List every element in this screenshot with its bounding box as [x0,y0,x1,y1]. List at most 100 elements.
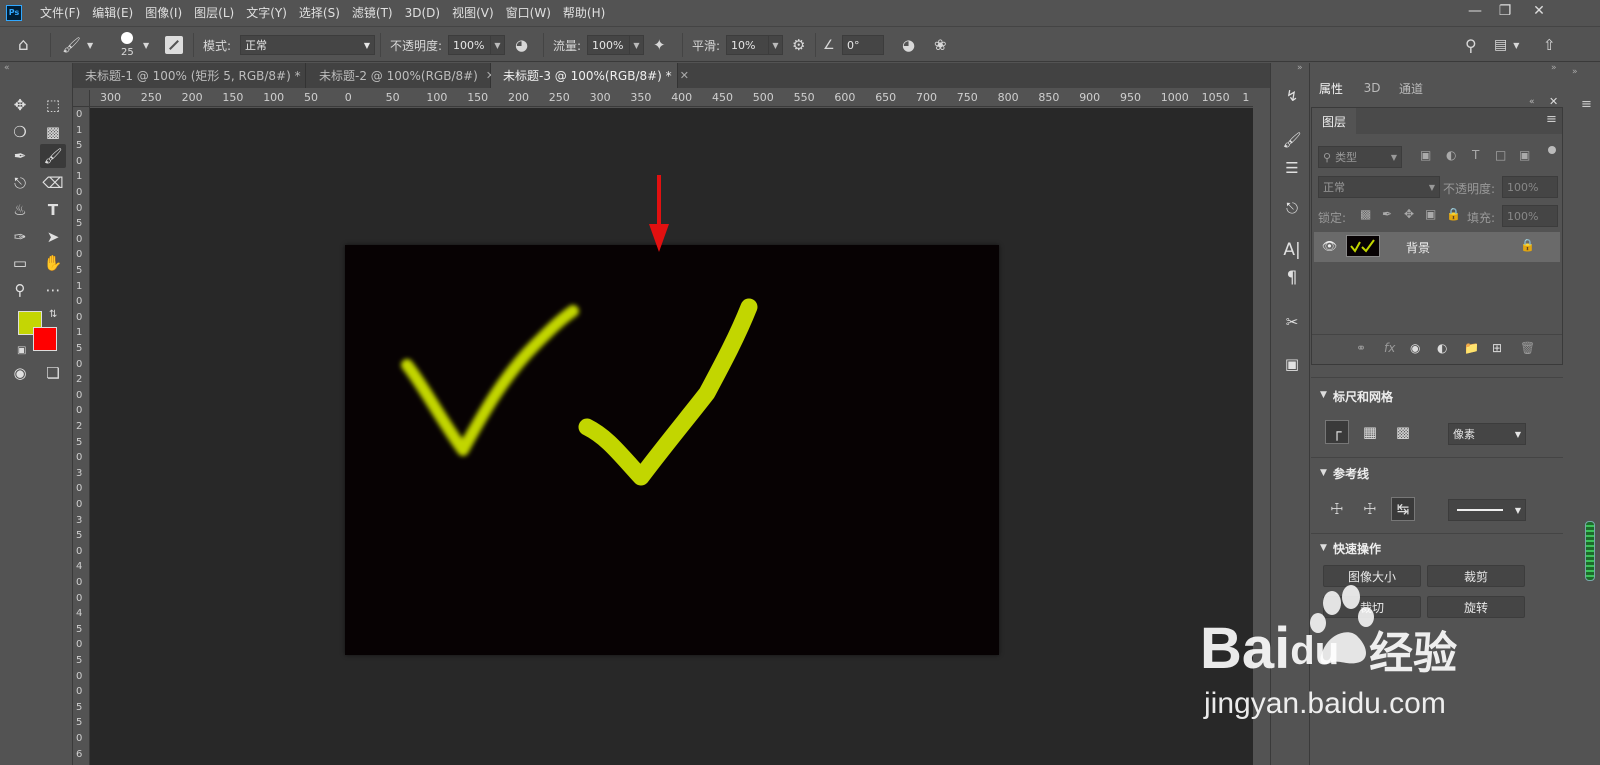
flow-field[interactable]: 100% ▼ [587,35,644,55]
move-tool-icon[interactable]: ✥ [7,93,33,117]
menu-type[interactable]: 文字(Y) [240,4,293,21]
stamp-tool-icon[interactable]: ⎋ [7,171,33,195]
character-panel-icon[interactable]: A| [1281,239,1303,261]
scrollbar-thumb[interactable] [1585,521,1595,581]
layer-filter-select[interactable]: ⚲ 类型 ▼ [1318,146,1402,168]
layers-menu-icon[interactable]: ≡ [1546,112,1557,127]
horizontal-ruler[interactable]: 300 250 200 150 100 50 0 50 100 150 200 250 300 350 40… [90,90,1253,107]
crop-button[interactable]: 裁剪 [1427,565,1525,587]
menu-select[interactable]: 选择(S) [293,4,346,21]
eraser-tool-icon[interactable]: ⌫ [40,171,66,195]
menu-help[interactable]: 帮助(H) [557,4,611,21]
add-mask-icon[interactable]: ◉ [1410,341,1420,355]
new-layer-icon[interactable]: ⊞ [1492,341,1502,355]
filter-smart-object-icon[interactable]: ▣ [1519,148,1530,162]
document-canvas[interactable] [345,245,999,655]
collapse-quick-actions-icon[interactable]: ▼ [1320,543,1327,553]
restore-icon[interactable]: ❐ [1490,0,1520,22]
guides-toggle-icon[interactable]: ☩ [1325,497,1349,521]
screen-mode-icon[interactable]: ❏ [40,361,66,385]
default-colors-icon[interactable]: ▣ [17,345,26,356]
marquee-tool-icon[interactable]: ⬚ [40,93,66,117]
zoom-tool-icon[interactable]: ⚲ [7,278,33,302]
ruler-origin[interactable] [73,90,90,107]
grid-toggle-icon[interactable]: ▦ [1358,420,1382,444]
collapse-rulers-section-icon[interactable]: ▼ [1320,390,1327,400]
home-icon[interactable]: ⌂ [18,27,29,63]
menu-window[interactable]: 窗口(W) [500,4,557,21]
ruler-units-select[interactable]: 像素 ▼ [1448,423,1526,445]
smoothing-field[interactable]: 10% ▼ [726,35,783,55]
angle-field[interactable]: 0° [842,35,884,55]
filter-adjustment-icon[interactable]: ◐ [1446,148,1456,162]
vertical-ruler[interactable]: 0150100500510015020025030035040045050055… [73,107,90,765]
image-size-button[interactable]: 图像大小 [1323,565,1421,587]
clone-source-icon[interactable]: ⎋ [1281,197,1303,219]
lock-artboard-icon[interactable]: ▣ [1425,207,1436,221]
tab-untitled-3[interactable]: 未标题-3 @ 100%(RGB/8#) * ✕ [491,63,689,88]
more-tools-icon[interactable]: ⋯ [40,278,66,302]
smoothing-settings-gear-icon[interactable]: ⚙ [792,27,805,63]
brush-settings-panel-icon[interactable]: 🖌 [1281,129,1303,151]
rotate-button[interactable]: 旋转 [1427,596,1525,618]
hand-tool-icon[interactable]: ✋ [40,251,66,275]
collapse-panels-icon[interactable]: » [1551,63,1557,73]
brush-settings-icon[interactable] [165,27,183,63]
fx-icon[interactable]: fx [1384,341,1395,355]
panel-scrollbar[interactable]: » ≡ [1565,63,1600,765]
menu-image[interactable]: 图像(I) [139,4,188,21]
filter-pixel-icon[interactable]: ▣ [1420,148,1431,162]
path-select-tool-icon[interactable]: ➤ [40,225,66,249]
lock-all-icon[interactable]: 🔒 [1446,207,1461,221]
lasso-tool-icon[interactable]: ❍ [7,120,33,144]
pressure-opacity-icon[interactable]: ◕ [515,27,528,63]
eyedropper-tool-icon[interactable]: ✒ [7,144,33,168]
tab-3d[interactable]: 3D [1357,77,1387,99]
tool-presets-icon[interactable]: ✂ [1281,311,1303,333]
history-icon[interactable]: ↯ [1281,85,1303,107]
smart-guides-icon[interactable]: ↹ [1391,497,1415,521]
minimize-icon[interactable]: — [1460,0,1490,22]
layer-visibility-eye-icon[interactable]: 👁 [1322,239,1337,253]
opacity-field[interactable]: 100% ▼ [448,35,505,55]
tab-untitled-1[interactable]: 未标题-1 @ 100% (矩形 5, RGB/8#) *✕ [73,63,318,88]
close-icon[interactable]: ✕ [1524,0,1554,22]
menu-file[interactable]: 文件(F) [34,4,86,21]
tab-channels[interactable]: 通道 [1393,77,1429,99]
guide-style-select[interactable]: ▼ [1448,499,1526,521]
menu-view[interactable]: 视图(V) [446,4,500,21]
filter-shape-icon[interactable]: □ [1495,148,1506,162]
panel-options-menu-icon[interactable]: ≡ [1581,97,1592,112]
brush-tool-preset-icon[interactable]: 🖌 ▼ [62,27,93,63]
new-group-folder-icon[interactable]: 📁 [1464,341,1479,355]
collapse-toolbar-icon[interactable]: « [4,63,10,73]
brush-size-picker[interactable]: 25 ▼ [113,27,149,63]
fill-field[interactable]: 100% [1502,205,1558,227]
transparency-grid-icon[interactable]: ▩ [1391,420,1415,444]
lock-transparent-icon[interactable]: ▩ [1360,207,1371,221]
collapse-guides-section-icon[interactable]: ▼ [1320,468,1327,478]
adjustment-layer-icon[interactable]: ◐ [1437,341,1447,355]
ruler-toggle-icon[interactable]: ┌ [1325,420,1349,444]
brush-tool-icon[interactable]: 🖌 [40,144,66,168]
tab-properties[interactable]: 属性 [1311,77,1351,99]
mode-select[interactable]: 正常 ▼ [240,35,375,55]
pen-tool-icon[interactable]: ✑ [7,225,33,249]
blend-mode-select[interactable]: 正常 ▼ [1318,176,1440,198]
search-icon[interactable]: ⚲ [1465,27,1477,63]
lock-pixels-brush-icon[interactable]: ✒ [1382,207,1392,221]
menu-edit[interactable]: 编辑(E) [86,4,139,21]
delete-layer-trash-icon[interactable]: 🗑 [1520,341,1535,355]
menu-3d[interactable]: 3D(D) [399,6,446,20]
lock-position-icon[interactable]: ✥ [1404,207,1414,221]
pressure-size-icon[interactable]: ◕ [902,27,915,63]
lock-guides-icon[interactable]: ☩ [1358,497,1382,521]
workspace-icon[interactable]: ▤ ▼ [1494,27,1519,63]
paint-bucket-tool-icon[interactable]: ♨ [7,198,33,222]
trim-button[interactable]: 裁切 [1323,596,1421,618]
link-layers-icon[interactable]: ⚭ [1356,341,1366,355]
filter-toggle-icon[interactable] [1548,146,1556,154]
close-tab-icon[interactable]: ✕ [680,69,689,82]
symmetry-butterfly-icon[interactable]: ❀ [934,27,947,63]
type-tool-icon[interactable]: T [40,198,66,222]
